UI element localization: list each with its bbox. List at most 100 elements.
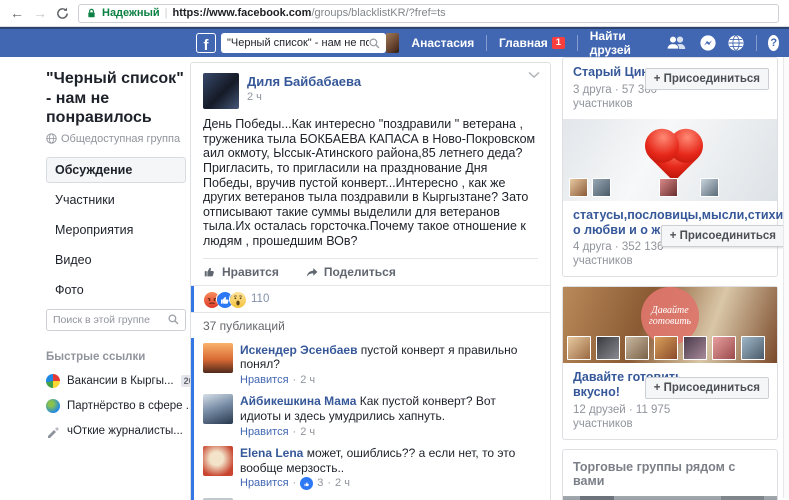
member-avatar[interactable] (741, 336, 765, 360)
comment-time[interactable]: 2 ч (300, 426, 315, 439)
comment-time[interactable]: 2 ч (335, 477, 350, 490)
reactions-count[interactable]: 110 (251, 293, 269, 305)
group-search-box (46, 309, 186, 331)
building-graphic (580, 496, 614, 500)
commenter-avatar[interactable] (203, 446, 233, 476)
facebook-logo[interactable]: f (196, 33, 216, 53)
help-icon[interactable]: ? (768, 35, 779, 51)
quick-link-partnership[interactable]: Партнёрство в сфере ... (46, 399, 186, 413)
group-nav: Обсуждение Участники Мероприятия Видео Ф… (46, 157, 186, 303)
member-avatar[interactable] (592, 178, 611, 197)
nav-item-photos[interactable]: Фото (46, 277, 186, 303)
back-icon[interactable]: ← (10, 6, 24, 20)
search-icon[interactable] (168, 314, 179, 325)
comment-like-count[interactable]: 3 (317, 477, 323, 490)
comment-row: Гульнара Асанова Ну и сволочи Нравится·2… (191, 495, 550, 500)
find-friends-link[interactable]: Найти друзей (590, 29, 644, 57)
comment-row: Айбикешкина Мама Как пустой конверт? Вот… (191, 391, 550, 443)
globe-icon (46, 399, 60, 413)
member-avatar[interactable] (700, 178, 719, 197)
home-link[interactable]: Главная1 (499, 36, 565, 50)
commenter-name[interactable]: Elena Lena (240, 446, 303, 460)
reload-icon[interactable] (56, 7, 69, 20)
comment-like-link[interactable]: Нравится (240, 426, 289, 439)
join-group-button[interactable]: + Присоединиться (645, 68, 769, 90)
profile-link[interactable]: Анастасия (411, 36, 474, 50)
group-search-input[interactable] (53, 314, 168, 326)
comment-row: Elena Lena может, ошиблись?? а если нет,… (191, 443, 550, 495)
building-graphic (721, 496, 764, 500)
header-search-box (221, 33, 386, 53)
quick-link-journalists[interactable]: чОткие журналисты... 1 (46, 424, 186, 438)
comments-list: Искендер Эсенбаев пустой конверт я прави… (191, 338, 550, 500)
member-avatar[interactable] (569, 178, 588, 197)
post-author-name[interactable]: Диля Байбабаева (247, 74, 361, 89)
marketplace-title: Торговые группы рядом с вами (563, 450, 777, 496)
page-content: "Черный список" - нам не понравилось Общ… (0, 57, 789, 498)
post-menu-chevron-icon[interactable] (528, 71, 540, 79)
home-notification-badge: 1 (552, 37, 565, 49)
suggested-groups-column: Старый Циник 3 друга · 57 360 участников… (562, 57, 778, 500)
commenter-name[interactable]: Искендер Эсенбаев (240, 343, 357, 357)
comment-like-link[interactable]: Нравится (240, 374, 289, 387)
share-button[interactable]: Поделиться (305, 265, 396, 279)
quick-link-vacancies[interactable]: Вакансии в Кыргы... 20+ (46, 374, 186, 388)
suggested-group: Старый Циник 3 друга · 57 360 участников… (563, 58, 777, 119)
like-button[interactable]: Нравится (203, 265, 279, 279)
pencil-icon (46, 424, 60, 438)
member-avatar[interactable] (596, 336, 620, 360)
security-label: Надежный (102, 7, 160, 19)
comment-row: Искендер Эсенбаев пустой конверт я прави… (191, 340, 550, 392)
member-avatar[interactable] (659, 178, 678, 197)
marketplace-image[interactable] (563, 496, 777, 500)
marketplace-card: Торговые группы рядом с вами (562, 449, 778, 500)
member-avatar[interactable] (712, 336, 736, 360)
suggested-groups-card: Старый Циник 3 друга · 57 360 участников… (562, 57, 778, 277)
post-author-avatar[interactable] (203, 73, 239, 109)
omnibox-separator: | (165, 7, 168, 19)
join-group-button[interactable]: + Присоединиться (661, 225, 785, 247)
publications-count: 37 публикаций (191, 312, 550, 338)
group-cover-image-heart[interactable] (563, 119, 777, 201)
address-bar[interactable]: Надежный | https://www.facebook.com/grou… (78, 4, 779, 23)
messenger-icon[interactable] (700, 35, 716, 51)
group-privacy-label: Общедоступная группа (61, 133, 180, 145)
lock-icon (86, 7, 97, 19)
member-avatar[interactable] (683, 336, 707, 360)
suggested-group: Давайте готовить вкусно! 12 друзей · 11 … (563, 363, 777, 439)
facebook-header: f Анастасия Главная1 Найти друзей ? (0, 27, 789, 57)
nav-item-members[interactable]: Участники (46, 187, 186, 213)
header-divider (577, 35, 578, 51)
wow-reaction-icon[interactable] (229, 291, 245, 307)
page-scrollbar[interactable] (783, 57, 789, 498)
group-sidebar: "Черный список" - нам не понравилось Общ… (46, 69, 186, 438)
heart-graphic (650, 134, 698, 182)
comment-time[interactable]: 2 ч (300, 374, 315, 387)
commenter-avatar[interactable] (203, 394, 233, 424)
header-search-input[interactable] (227, 37, 369, 49)
join-group-button[interactable]: + Присоединиться (645, 377, 769, 399)
member-avatar[interactable] (625, 336, 649, 360)
post-timestamp[interactable]: 2 ч (247, 91, 361, 103)
nav-item-events[interactable]: Мероприятия (46, 217, 186, 243)
commenter-avatar[interactable] (203, 343, 233, 373)
post-text: День Победы...Как интересно "поздравили … (191, 115, 550, 258)
browser-toolbar: ← → Надежный | https://www.facebook.com/… (0, 0, 789, 27)
post-card: Диля Байбабаева 2 ч День Победы...Как ин… (190, 62, 551, 500)
like-badge-icon[interactable] (300, 477, 313, 490)
quick-links-title: Быстрые ссылки (46, 351, 186, 363)
member-avatar[interactable] (654, 336, 678, 360)
comment-like-link[interactable]: Нравится (240, 477, 289, 490)
notifications-globe-icon[interactable] (728, 35, 744, 51)
forward-icon[interactable]: → (33, 6, 47, 20)
search-icon[interactable] (369, 38, 380, 49)
commenter-name[interactable]: Айбикешкина Мама (240, 394, 356, 408)
url-path: /groups/blacklistKR/?fref=ts (311, 7, 445, 19)
member-avatar[interactable] (567, 336, 591, 360)
user-avatar[interactable] (386, 33, 399, 53)
friend-requests-icon[interactable] (666, 36, 688, 50)
nav-item-discussion[interactable]: Обсуждение (46, 157, 186, 183)
group-title[interactable]: "Черный список" - нам не понравилось (46, 69, 186, 128)
group-cover-image-food[interactable]: Давайте готовить (563, 287, 777, 363)
nav-item-videos[interactable]: Видео (46, 247, 186, 273)
